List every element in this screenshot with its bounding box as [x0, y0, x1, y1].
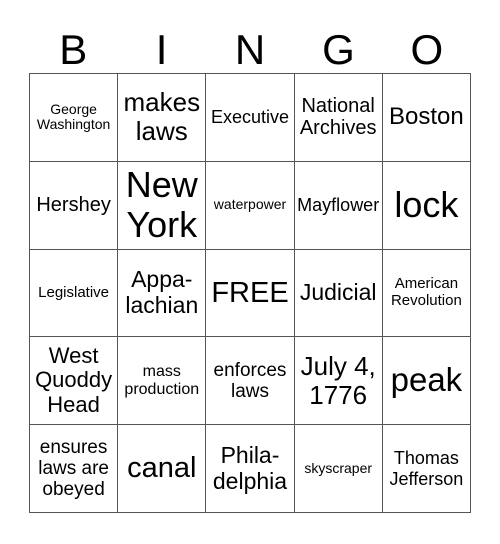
cell-text: George Washington: [36, 100, 111, 133]
bingo-cell[interactable]: peak: [382, 337, 471, 426]
bingo-cell[interactable]: Appa- lachian: [118, 249, 207, 338]
cell-text: canal: [127, 452, 197, 485]
header-letter-n: N: [234, 26, 266, 73]
cell-text: Appa- lachian: [125, 266, 199, 318]
cell-text: National Archives: [299, 95, 377, 140]
bingo-cell[interactable]: Hershey: [30, 161, 119, 250]
cell-text: Thomas Jefferson: [389, 448, 464, 489]
cell-text: West Quoddy Head: [35, 342, 113, 418]
bingo-card-grid: George Washington makes laws Executive N…: [29, 73, 471, 513]
cell-text: New York: [125, 163, 198, 246]
cell-text: Legislative: [38, 283, 110, 301]
bingo-header: B I N G O: [29, 28, 471, 72]
bingo-cell[interactable]: New York: [118, 161, 207, 250]
cell-text: American Revolution: [390, 275, 462, 309]
cell-text: mass production: [124, 362, 200, 398]
bingo-cell[interactable]: Executive: [206, 74, 295, 162]
cell-text: waterpower: [213, 196, 287, 213]
cell-text: Judicial: [299, 279, 377, 306]
bingo-cell[interactable]: skyscraper: [294, 425, 383, 513]
bingo-cell[interactable]: mass production: [118, 337, 207, 426]
header-letter-i: I: [155, 26, 168, 73]
free-space-cell[interactable]: FREE: [206, 249, 295, 338]
bingo-cell[interactable]: Legislative: [30, 249, 119, 338]
bingo-cell[interactable]: American Revolution: [382, 249, 471, 338]
header-letter-o: O: [410, 26, 444, 73]
bingo-cell[interactable]: George Washington: [30, 74, 119, 162]
cell-text: July 4, 1776: [300, 350, 376, 410]
bingo-cell[interactable]: waterpower: [206, 161, 295, 250]
bingo-cell[interactable]: National Archives: [294, 74, 383, 162]
bingo-cell[interactable]: makes laws: [118, 74, 207, 162]
free-space-text: FREE: [211, 276, 289, 309]
header-letter-b: B: [59, 26, 88, 73]
cell-text: enforces laws: [213, 359, 287, 402]
cell-text: Boston: [389, 102, 464, 130]
cell-text: Phila- delphia: [212, 441, 288, 494]
bingo-cell[interactable]: Thomas Jefferson: [382, 425, 471, 513]
bingo-cell[interactable]: Boston: [382, 74, 471, 162]
cell-text: Mayflower: [297, 195, 380, 216]
header-letter-g: G: [322, 26, 355, 73]
bingo-cell[interactable]: July 4, 1776: [294, 337, 383, 426]
cell-text: Hershey: [36, 194, 111, 216]
bingo-cell[interactable]: Phila- delphia: [206, 425, 295, 513]
bingo-cell[interactable]: lock: [382, 161, 471, 250]
cell-text: skyscraper: [304, 459, 373, 476]
cell-text: makes laws: [123, 87, 201, 147]
cell-text: peak: [390, 361, 463, 399]
bingo-cell[interactable]: Mayflower: [294, 161, 383, 250]
bingo-cell[interactable]: Judicial: [294, 249, 383, 338]
cell-text: lock: [394, 184, 459, 226]
bingo-cell[interactable]: West Quoddy Head: [30, 337, 119, 426]
cell-text: ensures laws are obeyed: [38, 436, 109, 501]
bingo-cell[interactable]: enforces laws: [206, 337, 295, 426]
bingo-cell[interactable]: canal: [118, 425, 207, 513]
cell-text: Executive: [210, 107, 290, 128]
bingo-cell[interactable]: ensures laws are obeyed: [30, 425, 119, 513]
